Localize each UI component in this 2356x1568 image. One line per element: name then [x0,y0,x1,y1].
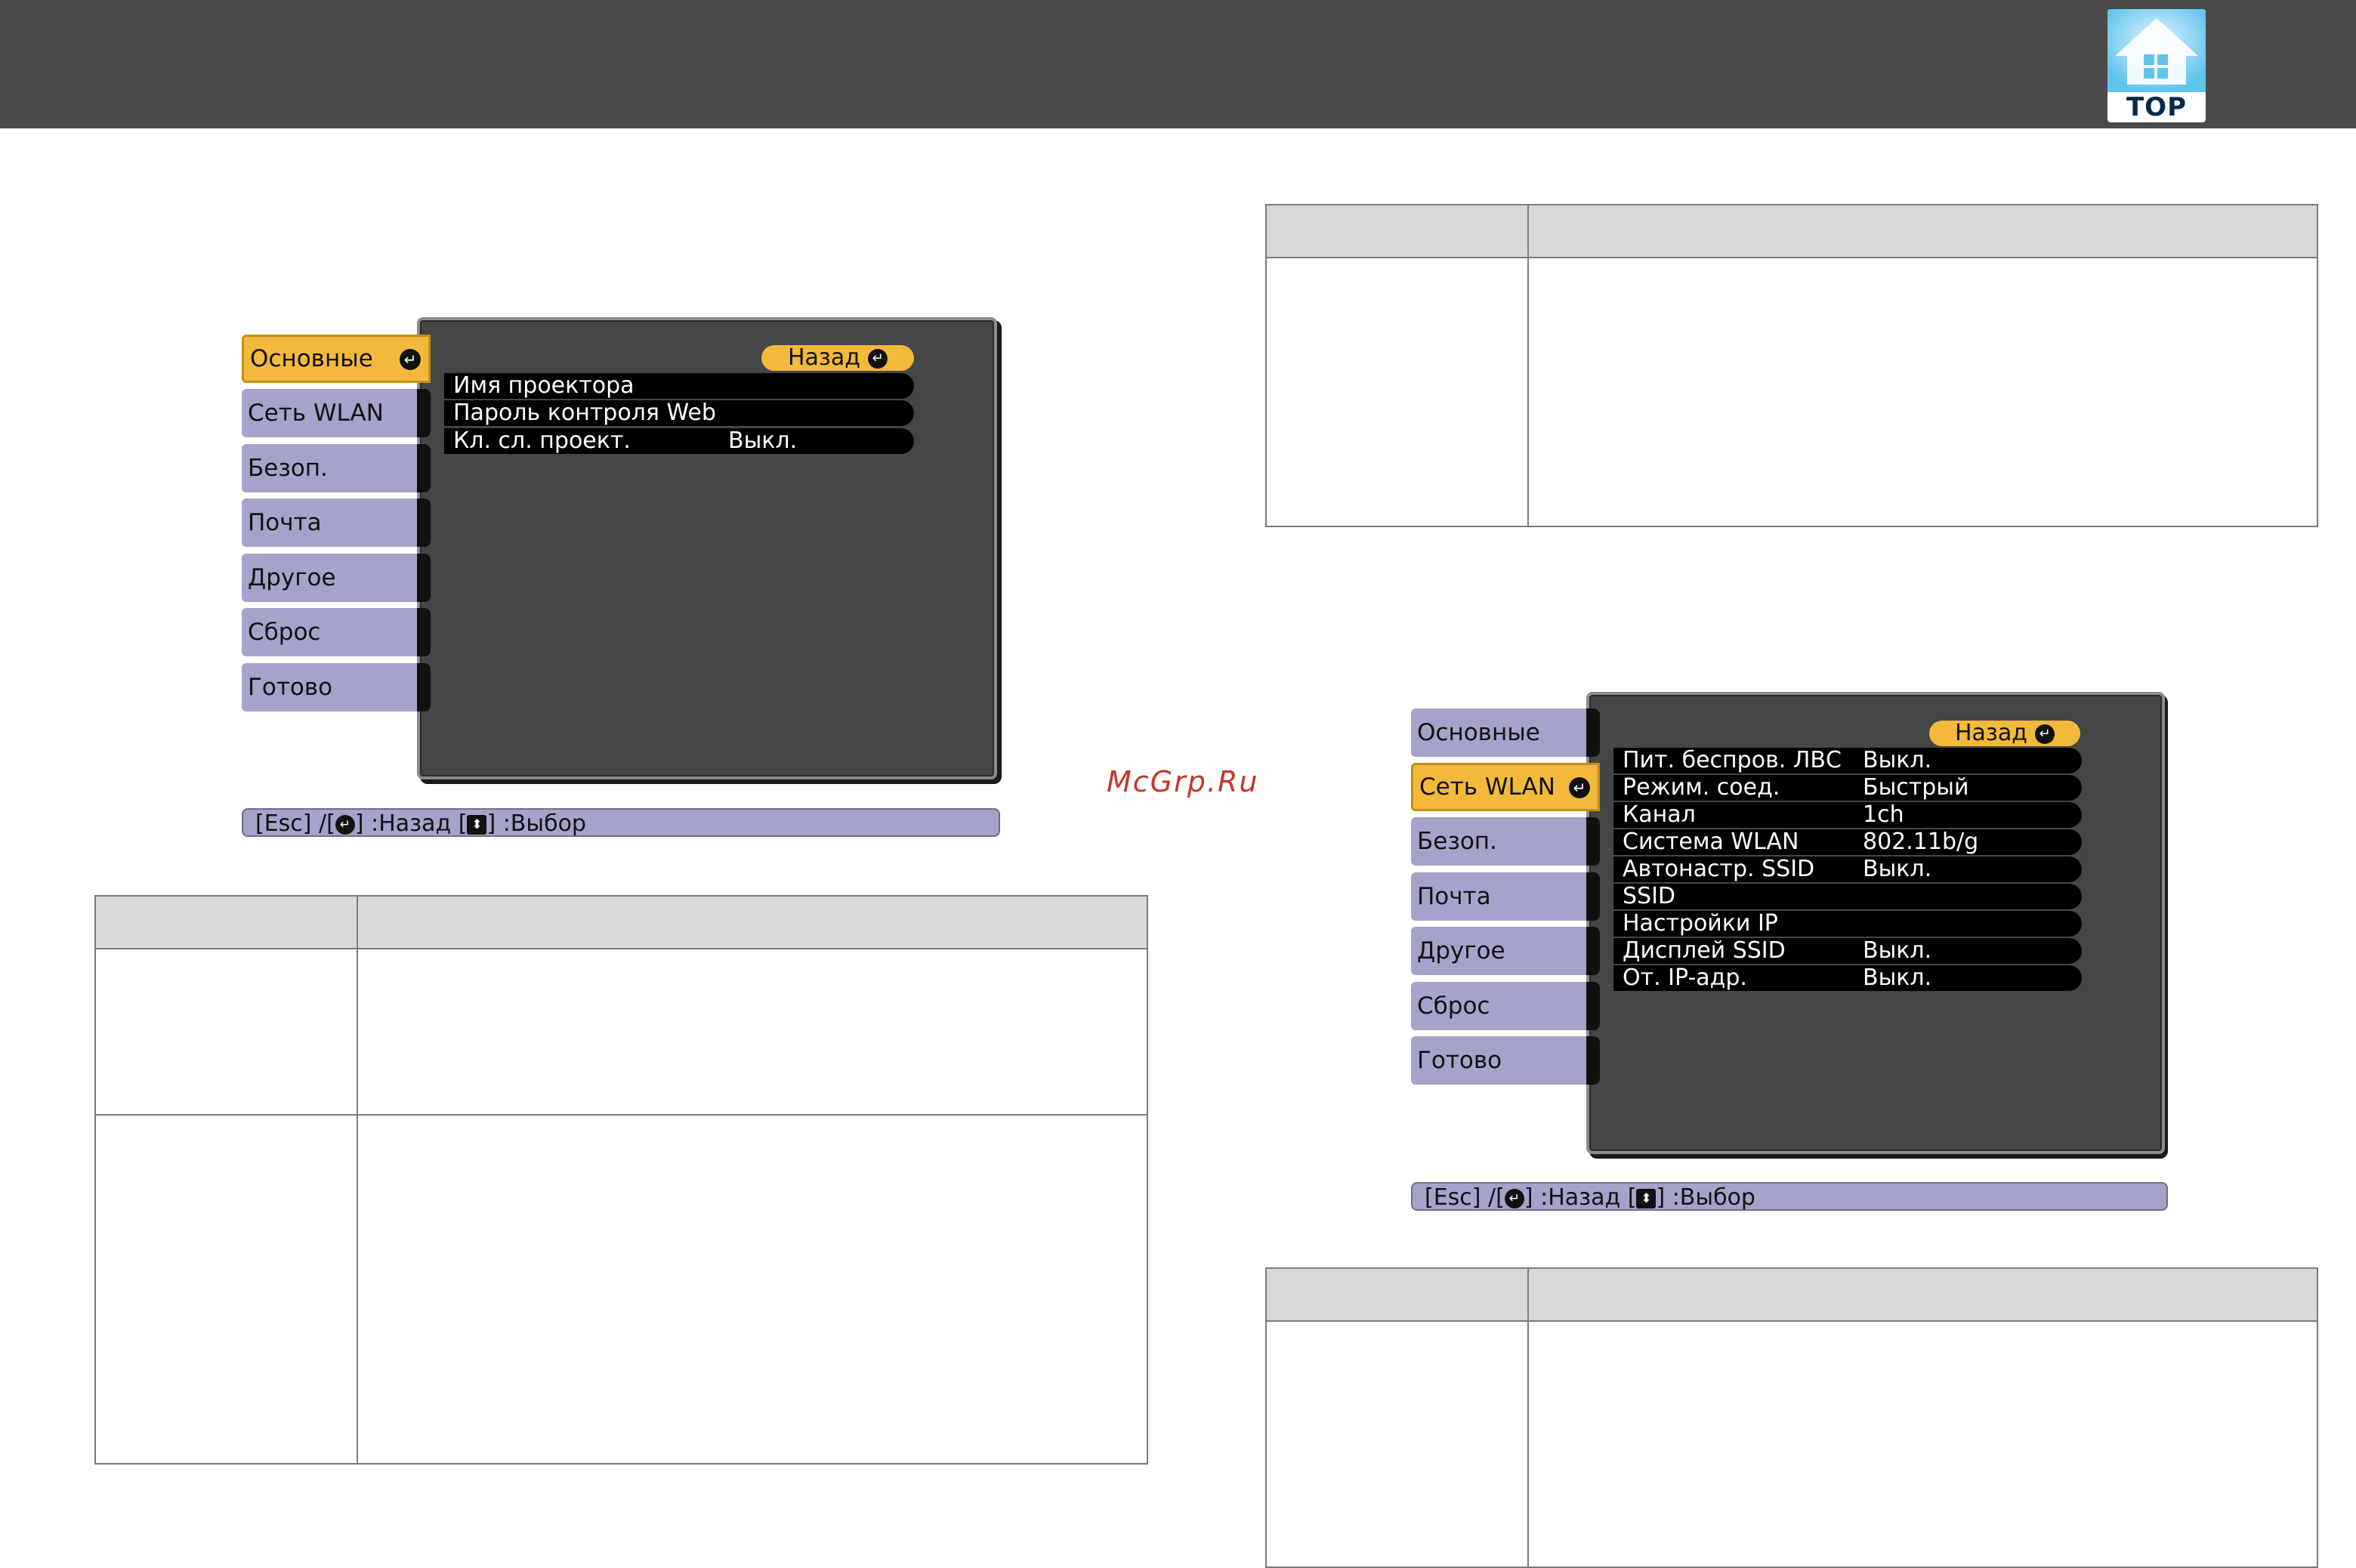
menu2-row-ip-display[interactable]: От. IP-адр. Выкл. [1613,965,2082,991]
enter-icon: ↵ [1569,777,1590,798]
menu1-tab-other[interactable]: Другое [242,554,417,602]
table-bottom-right [1265,1267,2318,1568]
menu2-row-ssid-auto[interactable]: Автонастр. SSID Выкл. [1613,857,2082,882]
menu1-tab-done[interactable]: Готово [242,663,417,711]
enter-icon: ↵ [335,814,355,835]
menu1-row-projector-keyword[interactable]: Кл. сл. проект. Выкл. [444,428,914,454]
menu2-row-channel[interactable]: Канал 1ch [1613,802,2082,828]
menu2-tab-done[interactable]: Готово [1411,1036,1586,1085]
menu2-tab-other[interactable]: Другое [1411,927,1586,975]
house-icon [2107,9,2206,92]
menu1-back-button[interactable]: Назад ↵ [761,345,914,371]
table-left [94,895,1148,1465]
table-top-right [1265,204,2318,527]
enter-icon: ↵ [868,348,888,369]
menu1-row-web-password[interactable]: Пароль контроля Web [444,400,914,426]
header-bar [0,0,2356,128]
menu1-tab-mail[interactable]: Почта [242,498,417,547]
up-down-icon: ⬍ [467,814,487,835]
menu2-back-button[interactable]: Назад ↵ [1929,721,2080,746]
menu1-tab-wlan[interactable]: Сеть WLAN [242,389,417,437]
menu2-row-connection-mode[interactable]: Режим. соед. Быстрый [1613,775,2082,801]
top-button[interactable]: TOP [2107,9,2206,122]
menu1-tab-security[interactable]: Безоп. [242,444,417,492]
enter-icon: ↵ [2035,724,2055,744]
menu2-row-ip-settings[interactable]: Настройки IP [1613,911,2082,937]
menu2-help-bar: [Esc] /[↵] :Назад [⬍] :Выбор [1411,1182,2168,1211]
menu1-tab-reset[interactable]: Сброс [242,608,417,656]
menu2-tab-reset[interactable]: Сброс [1411,982,1586,1030]
menu2-tab-mail[interactable]: Почта [1411,872,1586,921]
top-label: TOP [2126,92,2187,122]
up-down-icon: ⬍ [1636,1188,1657,1208]
menu2-tab-basic[interactable]: Основные [1411,708,1586,757]
watermark-text: McGrp.Ru [1107,765,1259,798]
enter-icon: ↵ [1504,1188,1524,1208]
menu1-help-bar: [Esc] /[↵] :Назад [⬍] :Выбор [242,808,1000,837]
menu1-row-projector-name[interactable]: Имя проектора [444,373,914,399]
menu2-row-wlan-system[interactable]: Система WLAN 802.11b/g [1613,829,2082,855]
enter-icon: ↵ [400,349,421,370]
menu2-row-wlan-power[interactable]: Пит. беспров. ЛВС Выкл. [1613,748,2082,773]
menu2-tab-wlan[interactable]: Сеть WLAN ↵ [1411,763,1600,811]
menu2-row-ssid-display[interactable]: Дисплей SSID Выкл. [1613,938,2082,964]
menu1-tab-basic[interactable]: Основные ↵ [242,335,431,383]
menu2-tab-security[interactable]: Безоп. [1411,817,1586,866]
menu2-row-ssid[interactable]: SSID [1613,884,2082,909]
